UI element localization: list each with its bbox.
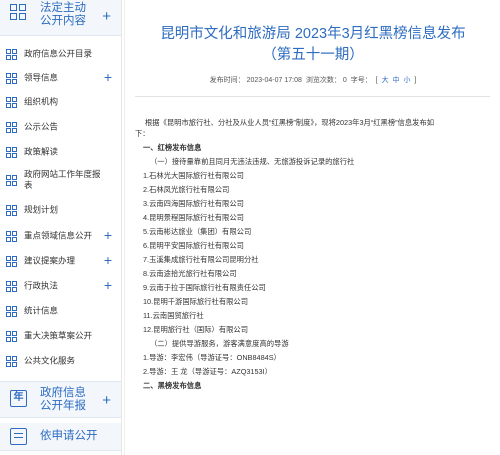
article-line: 8.云南途拾光旅行社有限公司 [143, 269, 237, 278]
sidebar-item-label: 政府信息公开目录 [24, 48, 93, 59]
grid-icon [6, 256, 17, 267]
grid-icon [6, 331, 17, 342]
divider [121, 0, 122, 455]
sidebar-item-label: 统计信息 [24, 305, 59, 316]
grid-icon [6, 231, 17, 242]
article-title: 昆明市文化和旅游局 2023年3月红黑榜信息发布 [160, 26, 466, 42]
font-size-small-button[interactable]: 小 [403, 77, 410, 84]
sidebar-item[interactable]: 公示公告 [0, 116, 121, 138]
expand-icon[interactable]: + [102, 9, 111, 24]
article-line: 一、红榜发布信息 [143, 143, 202, 152]
article-line: 10.昆明千游国际旅行社有限公司 [143, 297, 249, 306]
article-line: 1.导游：李宏伟（导游证号：ONB8484S） [143, 353, 281, 362]
sidebar-item-label: 行政执法 [24, 280, 59, 291]
section-title: 依申请公开 [40, 430, 98, 442]
calendar-year-icon: 年 [10, 390, 27, 407]
expand-icon[interactable]: + [104, 70, 112, 85]
article-line: 二、黑榜发布信息 [143, 381, 202, 390]
sidebar-item[interactable]: 统计信息 [0, 300, 121, 322]
section-header-annual-report[interactable]: 年 政府信息 公开年报 + [0, 381, 121, 418]
article-line: 3.云南四海国际旅行社有限公司 [143, 199, 244, 208]
section-title: 法定主动 公开内容 [40, 2, 86, 27]
expand-icon[interactable]: + [102, 393, 111, 408]
article-line: 5.云南彬达旅业（集团）有限公司 [143, 227, 252, 236]
sidebar-item[interactable]: 政府网站工作年度报表 [0, 163, 121, 197]
sidebar-item-label: 公示公告 [24, 121, 59, 132]
article-subtitle: （第五十一期） [262, 47, 364, 63]
views-label: 浏览次数： [305, 77, 341, 84]
section-header-request-disclosure[interactable]: 依申请公开 [0, 423, 121, 451]
sidebar-item-label: 公共文化服务 [24, 355, 76, 366]
article-line: 2.导游：王 龙（导游证号：AZQ3153I） [143, 367, 272, 376]
sidebar-item[interactable]: 建议提案办理 + [0, 250, 121, 272]
grid-icon [6, 356, 17, 367]
expand-icon[interactable]: + [104, 228, 112, 243]
sidebar-item-label: 领导信息 [24, 72, 59, 83]
font-size-label: 字号： [350, 77, 372, 84]
sidebar: 法定主动 公开内容 + 政府信息公开目录 领导信息 + 组织机构公示公告政策解读政府网站… [0, 0, 121, 455]
article-line: 2.石林凤光旅行社有限公司 [143, 185, 230, 194]
article-line: 1.石林光大国际旅行社有限公司 [143, 171, 244, 180]
sidebar-item[interactable]: 行政执法 + [0, 275, 121, 297]
article: 昆明市文化和旅游局 2023年3月红黑榜信息发布 （第五十一期） 发布时间： 20… [124, 0, 500, 455]
sidebar-item-label: 政府网站工作年度报表 [24, 169, 101, 190]
grid-icon [10, 4, 27, 21]
sidebar-item[interactable]: 重大决策草案公开 [0, 325, 121, 347]
published-label: 发布时间： [209, 77, 245, 84]
views-value: 0 [342, 77, 347, 84]
article-line: 4.昆明景程国际旅行社有限公司 [143, 213, 244, 222]
font-size-medium-button[interactable]: 中 [393, 77, 400, 84]
article-line: 12.昆明旅行社（国际）有限公司 [143, 325, 249, 334]
article-line: 7.玉溪集成旅行社有限公司昆明分社 [143, 255, 259, 264]
expand-icon[interactable]: + [104, 278, 112, 293]
sidebar-item-label: 规划计划 [24, 204, 59, 215]
sidebar-item[interactable]: 公共文化服务 [0, 350, 121, 372]
article-line: 9.云南于拉于国际旅行社有限责任公司 [143, 283, 266, 292]
grid-icon [6, 73, 17, 84]
sidebar-item[interactable]: 领导信息 + [0, 67, 121, 89]
sidebar-item[interactable]: 政府信息公开目录 [0, 43, 121, 65]
font-size-large-button[interactable]: 大 [382, 77, 389, 84]
section-header-proactive-disclosure[interactable]: 法定主动 公开内容 + [0, 0, 121, 36]
grid-icon [6, 122, 17, 133]
grid-icon [6, 205, 17, 216]
sidebar-item[interactable]: 政策解读 [0, 141, 121, 163]
sidebar-item[interactable]: 组织机构 [0, 91, 121, 113]
article-line: （二）提供导游服务，游客满意度高的导游 [150, 339, 289, 348]
grid-icon [6, 147, 17, 158]
meta-divider [135, 96, 490, 97]
expand-icon[interactable]: + [104, 253, 112, 268]
article-line: （一）接待量靠前且同月无违法违规、无旅游投诉记录的旅行社 [150, 157, 355, 166]
grid-icon [6, 306, 17, 317]
article-line: 根据《昆明市旅行社、分社及从业人员“红黑榜”制度》，现将2023年3月“红黑榜”… [145, 118, 435, 127]
published-value: 2023-04-07 17:08 [246, 77, 302, 84]
article-meta: 发布时间： 2023-04-07 17:08 浏览次数： 0 字号： [ 大 中 小… [209, 77, 417, 84]
grid-icon [6, 281, 17, 292]
document-list-icon [10, 428, 27, 445]
sidebar-item-label: 重点领域信息公开 [24, 230, 93, 241]
section-title: 政府信息 公开年报 [40, 387, 86, 412]
sidebar-item[interactable]: 规划计划 [0, 199, 121, 221]
sidebar-item-label: 组织机构 [24, 96, 59, 107]
sidebar-item-label: 重大决策草案公开 [24, 330, 93, 341]
grid-icon [6, 97, 17, 108]
sidebar-item[interactable]: 重点领域信息公开 + [0, 225, 121, 247]
grid-icon [6, 175, 17, 186]
article-line: 11.云南国贸旅行社 [143, 311, 204, 320]
article-line: 6.昆明平安国际旅行社有限公司 [143, 241, 244, 250]
article-line: 下： [135, 129, 150, 138]
sidebar-item-label: 建议提案办理 [24, 255, 76, 266]
grid-icon [6, 49, 17, 60]
sidebar-item-label: 政策解读 [24, 146, 59, 157]
